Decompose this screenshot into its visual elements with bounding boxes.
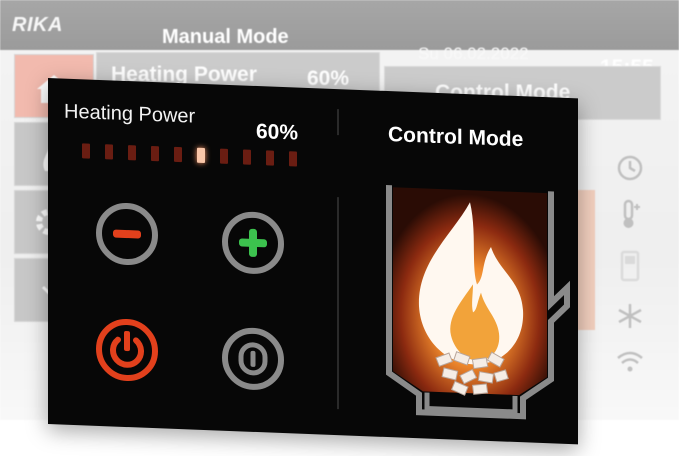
minus-button[interactable]	[94, 200, 160, 269]
standby-icon	[222, 327, 284, 390]
wifi-icon[interactable]	[612, 344, 648, 380]
power-level-segment[interactable]	[105, 144, 113, 160]
power-level-segment[interactable]	[289, 151, 297, 167]
heating-power-value: 60%	[256, 119, 299, 145]
power-level-segment[interactable]	[82, 143, 90, 159]
power-icon	[96, 319, 158, 382]
minus-icon	[96, 203, 158, 266]
heating-power-label: Heating Power	[64, 100, 196, 128]
power-level-segment[interactable]	[128, 145, 136, 161]
power-button[interactable]	[94, 316, 160, 385]
control-mode-label: Control Mode	[388, 123, 524, 152]
control-panel: Heating Power 60% Control Mode	[48, 78, 578, 445]
divider	[337, 109, 339, 136]
heating-power-level-bar[interactable]	[82, 143, 312, 174]
power-level-segment[interactable]	[174, 146, 182, 163]
standby-button[interactable]	[220, 325, 286, 394]
divider	[337, 197, 339, 410]
background-header: RIKA Manual Mode	[0, 0, 679, 50]
power-level-segment-active[interactable]	[197, 147, 205, 164]
power-level-segment[interactable]	[243, 149, 251, 165]
right-icon-bar	[612, 150, 652, 380]
power-level-segment[interactable]	[220, 148, 228, 164]
brand-logo: RIKA	[12, 14, 63, 36]
power-level-segment[interactable]	[151, 145, 159, 162]
mode-title: Manual Mode	[162, 26, 289, 48]
date-display: Su 06.02.2022	[418, 44, 529, 63]
clock-icon[interactable]	[612, 150, 648, 186]
plus-button[interactable]	[220, 209, 286, 278]
stove-flame-display	[373, 176, 573, 426]
thermometer-plus-icon[interactable]	[612, 196, 648, 232]
plus-icon	[222, 211, 284, 274]
power-level-segment[interactable]	[266, 150, 274, 166]
snowflake-icon[interactable]	[612, 298, 648, 334]
phone-icon[interactable]	[612, 248, 648, 284]
flame-icon	[386, 184, 570, 420]
